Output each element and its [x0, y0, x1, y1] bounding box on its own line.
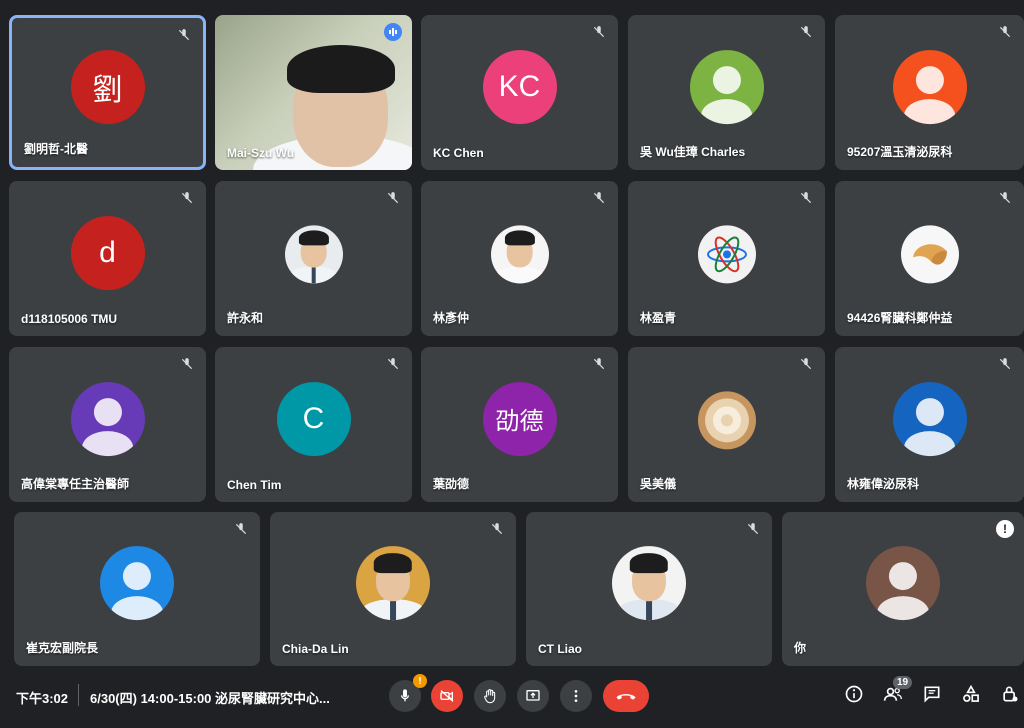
participant-tile[interactable]: 崔克宏副院長 — [14, 512, 260, 666]
divider — [78, 684, 79, 706]
clock: 下午3:02 — [16, 691, 69, 706]
avatar: C — [276, 381, 351, 456]
avatar: 劉 — [70, 49, 145, 124]
raise-hand-button[interactable] — [474, 680, 506, 712]
participant-tile[interactable]: 吳美儀 — [628, 347, 825, 502]
profile-photo — [490, 224, 549, 283]
participant-tile[interactable]: 95207溫玉清泌尿科 — [835, 15, 1024, 170]
participant-name: KC Chen — [433, 146, 484, 160]
participant-tile[interactable]: 94426腎臟科鄭仲益 — [835, 181, 1024, 336]
participant-tile[interactable]: 許永和 — [215, 181, 412, 336]
avatar — [70, 381, 145, 456]
participant-name: Mai-Szu Wu — [227, 146, 295, 160]
participant-name: Chia-Da Lin — [282, 642, 349, 656]
meeting-details-button[interactable] — [840, 680, 868, 708]
participant-name: 崔克宏副院長 — [26, 641, 99, 655]
avatar: d — [70, 215, 145, 290]
participant-name: 高偉棠專任主治醫師 — [21, 477, 130, 491]
participant-tile[interactable]: C Chen Tim — [215, 347, 412, 502]
mic-muted-icon — [178, 189, 196, 207]
participant-name: Chen Tim — [227, 478, 282, 492]
present-screen-button[interactable] — [517, 680, 549, 712]
participant-name: 林雍偉泌尿科 — [847, 477, 920, 491]
mic-muted-icon — [590, 189, 608, 207]
profile-photo — [356, 546, 430, 621]
leave-call-button[interactable] — [603, 680, 649, 712]
latte-avatar-icon — [697, 390, 756, 449]
participant-tile[interactable]: Chia-Da Lin — [270, 512, 516, 666]
default-person-icon — [866, 546, 940, 621]
more-options-button[interactable] — [560, 680, 592, 712]
participant-name: 你 — [794, 641, 807, 655]
chat-button[interactable] — [918, 680, 946, 708]
speaking-indicator-icon — [384, 23, 402, 41]
participant-name: 吳美儀 — [640, 477, 677, 491]
mic-muted-icon — [797, 355, 815, 373]
mic-muted-icon — [744, 520, 762, 538]
activities-button[interactable] — [957, 680, 985, 708]
participant-tile[interactable]: 劭德 葉劭德 — [421, 347, 618, 502]
avatar — [892, 49, 967, 124]
mic-muted-icon — [996, 23, 1014, 41]
participant-tile[interactable]: 林彥仲 — [421, 181, 618, 336]
participant-name: 林彥仲 — [433, 311, 470, 325]
participant-tile[interactable]: 林盈青 — [628, 181, 825, 336]
participant-name: 94426腎臟科鄭仲益 — [847, 311, 953, 325]
mic-muted-icon — [797, 189, 815, 207]
participant-name: 葉劭德 — [433, 477, 470, 491]
warning-icon: ! — [413, 674, 427, 688]
avatar — [100, 546, 174, 621]
camera-off-button[interactable] — [431, 680, 463, 712]
people-button[interactable]: 19 — [879, 676, 913, 708]
participant-name: 吳 Wu佳璋 Charles — [640, 145, 746, 159]
mic-muted-icon — [590, 23, 608, 41]
mic-muted-icon — [178, 355, 196, 373]
participant-name: 許永和 — [227, 311, 264, 325]
alert-icon: ! — [996, 520, 1014, 538]
bottom-bar: 下午3:02 6/30(四) 14:00-15:00 泌尿腎臟研究中心... !… — [0, 666, 1024, 728]
mic-button[interactable]: ! — [389, 674, 427, 712]
participant-name: d118105006 TMU — [21, 312, 118, 326]
mic-muted-icon — [590, 355, 608, 373]
mic-muted-icon — [175, 26, 193, 44]
participant-name: 95207溫玉清泌尿科 — [847, 145, 953, 159]
default-person-icon — [893, 382, 967, 456]
avatar: 劭德 — [482, 381, 557, 456]
avatar: KC — [482, 49, 557, 124]
mic-muted-icon — [488, 520, 506, 538]
mic-muted-icon — [996, 189, 1014, 207]
participant-name: 林盈青 — [640, 311, 677, 325]
mic-muted-icon — [384, 189, 402, 207]
participant-name: CT Liao — [538, 642, 582, 656]
host-controls-button[interactable] — [996, 680, 1024, 708]
avatar — [689, 49, 764, 124]
avatar — [892, 381, 967, 456]
participant-name: 劉明哲-北醫 — [24, 142, 88, 156]
participant-video-tile[interactable]: Mai-Szu Wu — [215, 15, 412, 170]
participant-tile[interactable]: d d118105006 TMU — [9, 181, 206, 336]
participant-tile[interactable]: CT Liao — [526, 512, 772, 666]
mic-muted-icon — [232, 520, 250, 538]
avatar — [866, 546, 940, 621]
default-person-icon — [690, 50, 764, 124]
self-tile[interactable]: ! 你 — [782, 512, 1024, 666]
participant-tile[interactable]: 吳 Wu佳璋 Charles — [628, 15, 825, 170]
participant-count-badge: 19 — [893, 676, 913, 689]
default-person-icon — [893, 50, 967, 124]
participant-tile[interactable]: 劉 劉明哲-北醫 — [9, 15, 206, 170]
atom-avatar-icon — [697, 224, 756, 283]
default-person-icon — [71, 382, 145, 456]
mic-muted-icon — [797, 23, 815, 41]
default-person-icon — [100, 546, 174, 621]
fortune-cookie-avatar-icon — [900, 224, 959, 283]
participant-tile[interactable]: KC KC Chen — [421, 15, 618, 170]
participant-tile[interactable]: 林雍偉泌尿科 — [835, 347, 1024, 502]
profile-photo — [284, 224, 343, 283]
meeting-title: 6/30(四) 14:00-15:00 泌尿腎臟研究中心... — [90, 691, 330, 706]
mic-muted-icon — [996, 355, 1014, 373]
participant-tile[interactable]: 高偉棠專任主治醫師 — [9, 347, 206, 502]
mic-muted-icon — [384, 355, 402, 373]
video-hair — [287, 45, 395, 93]
profile-photo — [612, 546, 686, 621]
